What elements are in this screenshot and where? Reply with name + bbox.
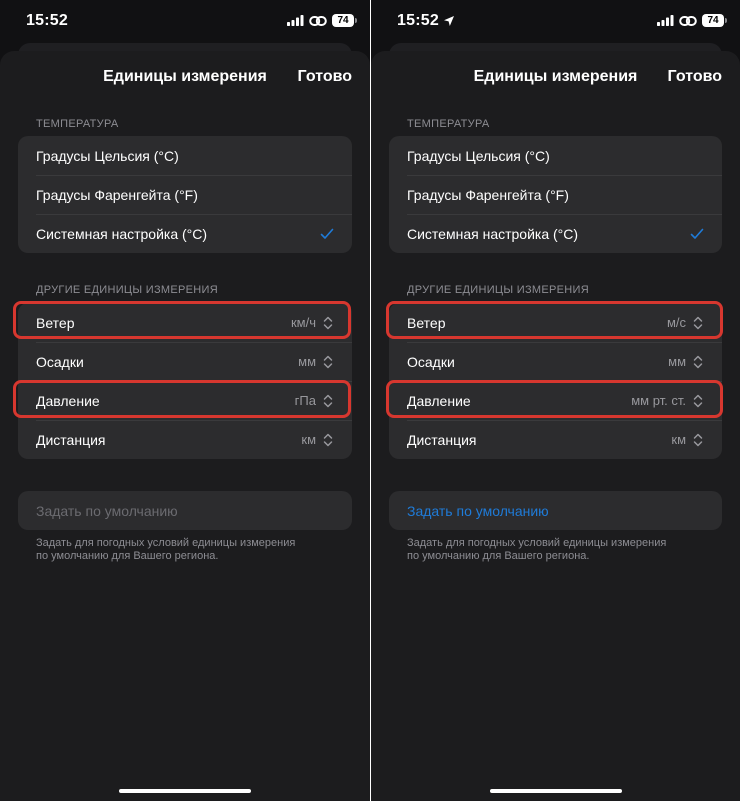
other-units-section-header: ДРУГИЕ ЕДИНИЦЫ ИЗМЕРЕНИЯ [407,284,589,296]
screen-before: 15:52 74 Единицы измерения Готово ТЕМПЕР… [0,0,370,801]
home-indicator[interactable] [119,789,251,793]
set-default-button[interactable]: Задать по умолчанию [389,491,722,530]
screen-after: 15:52 74 Единицы измерения Готово ТЕМПЕР… [371,0,740,801]
other-units-group: Ветер км/ч Осадки мм Давление гПа Дистан… [18,303,352,459]
chevron-up-down-icon [323,433,333,446]
chevron-up-down-icon [323,355,333,368]
status-time-text: 15:52 [26,12,68,29]
row-label: Ветер [36,314,75,331]
status-indicators: 74 [657,14,727,27]
option-label: Градусы Фаренгейта (°F) [407,186,569,203]
row-label: Дистанция [407,431,477,448]
temperature-option-fahrenheit[interactable]: Градусы Фаренгейта (°F) [389,175,722,214]
footnote-line: Задать для погодных условий единицы изме… [407,537,667,549]
pressure-unit-picker[interactable]: Давление мм рт. ст. [389,381,722,420]
chevron-up-down-icon [693,433,703,446]
precipitation-unit-picker[interactable]: Осадки мм [389,342,722,381]
row-label: Осадки [36,353,84,370]
wind-unit-picker[interactable]: Ветер км/ч [18,303,352,342]
status-bar: 15:52 74 [0,0,370,44]
other-units-section-header: ДРУГИЕ ЕДИНИЦЫ ИЗМЕРЕНИЯ [36,284,218,296]
units-sheet: Единицы измерения Готово ТЕМПЕРАТУРА Гра… [0,51,370,801]
status-indicators: 74 [287,14,357,27]
done-button[interactable]: Готово [298,68,352,86]
status-time-text: 15:52 [397,12,439,29]
option-label: Системная настройка (°C) [407,225,579,242]
row-label: Осадки [407,353,455,370]
footnote-line: по умолчанию для Вашего региона. [36,550,219,562]
units-sheet: Единицы измерения Готово ТЕМПЕРАТУРА Гра… [371,51,740,801]
checkmark-icon [320,228,334,239]
footnote-line: Задать для погодных условий единицы изме… [36,537,296,549]
distance-unit-picker[interactable]: Дистанция км [389,420,722,459]
temperature-group: Градусы Цельсия (°C) Градусы Фаренгейта … [18,136,352,253]
row-value: км [301,432,316,447]
row-value: мм рт. ст. [631,393,686,408]
temperature-group: Градусы Цельсия (°C) Градусы Фаренгейта … [389,136,722,253]
option-label: Градусы Цельсия (°C) [407,147,550,164]
row-label: Давление [407,392,471,409]
location-arrow-icon [443,16,454,26]
battery-icon: 74 [702,14,727,27]
option-label: Градусы Цельсия (°C) [36,147,179,164]
row-label: Давление [36,392,100,409]
distance-unit-picker[interactable]: Дистанция км [18,420,352,459]
link-icon [679,15,697,26]
row-value: гПа [294,393,316,408]
row-label: Дистанция [36,431,106,448]
row-value: км [671,432,686,447]
battery-level: 74 [337,15,349,26]
precipitation-unit-picker[interactable]: Осадки мм [18,342,352,381]
home-indicator[interactable] [489,789,622,793]
temperature-section-header: ТЕМПЕРАТУРА [36,118,119,130]
option-label: Градусы Фаренгейта (°F) [36,186,198,203]
status-time: 15:52 [26,12,68,30]
comparison-stage: 15:52 74 Единицы измерения Готово ТЕМПЕР… [0,0,740,801]
temperature-section-header: ТЕМПЕРАТУРА [407,118,490,130]
default-footnote: Задать для погодных условий единицы изме… [407,537,700,563]
status-time: 15:52 [397,12,455,30]
default-footnote: Задать для погодных условий единицы изме… [36,537,330,563]
temperature-option-celsius[interactable]: Градусы Цельсия (°C) [389,136,722,175]
row-value: км/ч [290,315,316,330]
chevron-up-down-icon [323,394,333,407]
pressure-unit-picker[interactable]: Давление гПа [18,381,352,420]
temperature-option-system[interactable]: Системная настройка (°C) [18,214,352,253]
footnote-line: по умолчанию для Вашего региона. [407,550,590,562]
checkmark-icon [690,228,704,239]
cellular-signal-icon [657,15,674,26]
done-button[interactable]: Готово [668,68,722,86]
row-label: Ветер [407,314,446,331]
option-label: Системная настройка (°C) [36,225,208,242]
battery-icon: 74 [332,14,357,27]
temperature-option-fahrenheit[interactable]: Градусы Фаренгейта (°F) [18,175,352,214]
chevron-up-down-icon [693,316,703,329]
status-bar: 15:52 74 [371,0,740,44]
row-value: мм [298,354,316,369]
chevron-up-down-icon [693,355,703,368]
set-default-button: Задать по умолчанию [18,491,352,530]
temperature-option-celsius[interactable]: Градусы Цельсия (°C) [18,136,352,175]
battery-level: 74 [707,15,719,26]
other-units-group: Ветер м/с Осадки мм Давление мм рт. ст. [389,303,722,459]
row-value: м/с [666,315,686,330]
chevron-up-down-icon [323,316,333,329]
temperature-option-system[interactable]: Системная настройка (°C) [389,214,722,253]
wind-unit-picker[interactable]: Ветер м/с [389,303,722,342]
link-icon [309,15,327,26]
chevron-up-down-icon [693,394,703,407]
cellular-signal-icon [287,15,304,26]
row-value: мм [668,354,686,369]
